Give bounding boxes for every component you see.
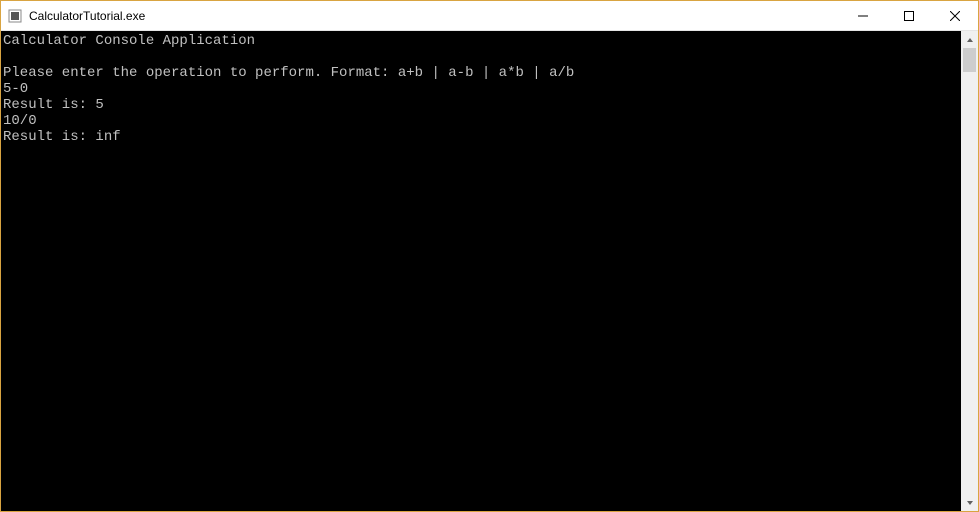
chevron-down-icon: [966, 499, 974, 507]
application-window: CalculatorTutorial.exe Calculator C: [0, 0, 979, 512]
titlebar[interactable]: CalculatorTutorial.exe: [1, 1, 978, 31]
scroll-down-button[interactable]: [961, 494, 978, 511]
scroll-track[interactable]: [961, 48, 978, 494]
maximize-button[interactable]: [886, 1, 932, 30]
maximize-icon: [904, 11, 914, 21]
content-area: Calculator Console Application Please en…: [1, 31, 978, 511]
minimize-button[interactable]: [840, 1, 886, 30]
console-output[interactable]: Calculator Console Application Please en…: [1, 31, 961, 511]
minimize-icon: [858, 11, 868, 21]
window-controls: [840, 1, 978, 30]
chevron-up-icon: [966, 36, 974, 44]
window-title: CalculatorTutorial.exe: [29, 9, 145, 23]
scroll-thumb[interactable]: [963, 48, 976, 72]
app-icon: [7, 8, 23, 24]
close-icon: [950, 11, 960, 21]
vertical-scrollbar[interactable]: [961, 31, 978, 511]
scroll-up-button[interactable]: [961, 31, 978, 48]
close-button[interactable]: [932, 1, 978, 30]
